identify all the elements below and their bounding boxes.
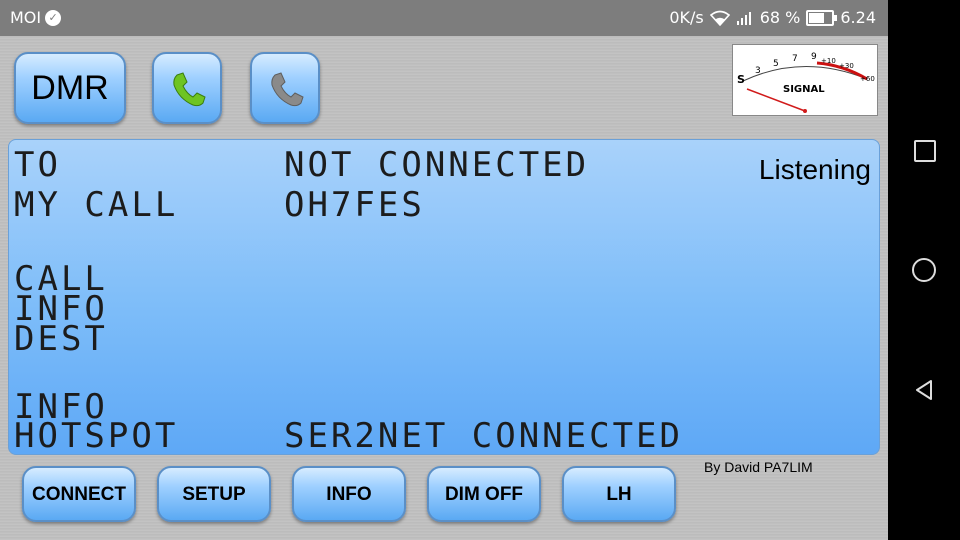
status-bar: MOI ✓ 0K/s 68 % 6.24 (0, 0, 888, 36)
meter-scale-3: 3 (755, 66, 761, 76)
connect-button[interactable]: CONNECT (22, 466, 136, 522)
phone-green-icon (173, 72, 206, 107)
meter-label: SIGNAL (783, 84, 825, 95)
meter-scale-5: 5 (773, 59, 779, 69)
meter-scale-plus60: +60 (860, 75, 875, 83)
meter-scale-7: 7 (792, 54, 798, 64)
author-credit: By David PA7LIM (704, 459, 813, 475)
info-button[interactable]: INFO (292, 466, 406, 522)
network-speed: 0K/s (669, 8, 704, 27)
meter-scale-9: 9 (811, 52, 817, 62)
dim-button[interactable]: DIM OFF (427, 466, 541, 522)
home-icon[interactable] (912, 258, 936, 282)
meter-scale-plus10: +10 (821, 57, 836, 65)
wifi-icon (709, 10, 730, 26)
to-label: TO (14, 145, 61, 185)
signal-meter-dial: S 3 5 7 9 +10 +30 +60 SIGNAL (737, 52, 875, 113)
back-icon[interactable] (912, 378, 936, 402)
setup-button[interactable]: SETUP (157, 466, 271, 522)
hangup-button[interactable] (250, 52, 320, 124)
dest-label: DEST (14, 319, 108, 359)
signal-icon (736, 11, 751, 25)
listening-status: Listening (758, 154, 871, 185)
hotspot-label: HOTSPOT (14, 416, 179, 456)
carrier-name: MOI (10, 8, 42, 27)
to-value: NOT CONNECTED (284, 145, 590, 185)
meter-scale-s: S (737, 73, 745, 86)
clock: 6.24 (840, 8, 876, 27)
recents-icon[interactable] (914, 140, 936, 162)
mode-button[interactable]: DMR (14, 52, 126, 124)
mycall-label: MY CALL (14, 185, 179, 225)
signal-meter: S 3 5 7 9 +10 +30 +60 SIGNAL (732, 44, 878, 116)
lcd-display: Listening TO NOT CONNECTED MY CALL OH7FE… (8, 139, 880, 455)
battery-icon (806, 9, 838, 26)
phone-gray-icon (271, 72, 304, 107)
lh-button[interactable]: LH (562, 466, 676, 522)
battery-percent: 68 % (759, 8, 801, 27)
mycall-value: OH7FES (284, 185, 425, 225)
call-button[interactable] (152, 52, 222, 124)
check-icon: ✓ (45, 9, 62, 26)
hotspot-value: SER2NET CONNECTED (284, 416, 683, 456)
meter-scale-plus30: +30 (839, 62, 854, 70)
